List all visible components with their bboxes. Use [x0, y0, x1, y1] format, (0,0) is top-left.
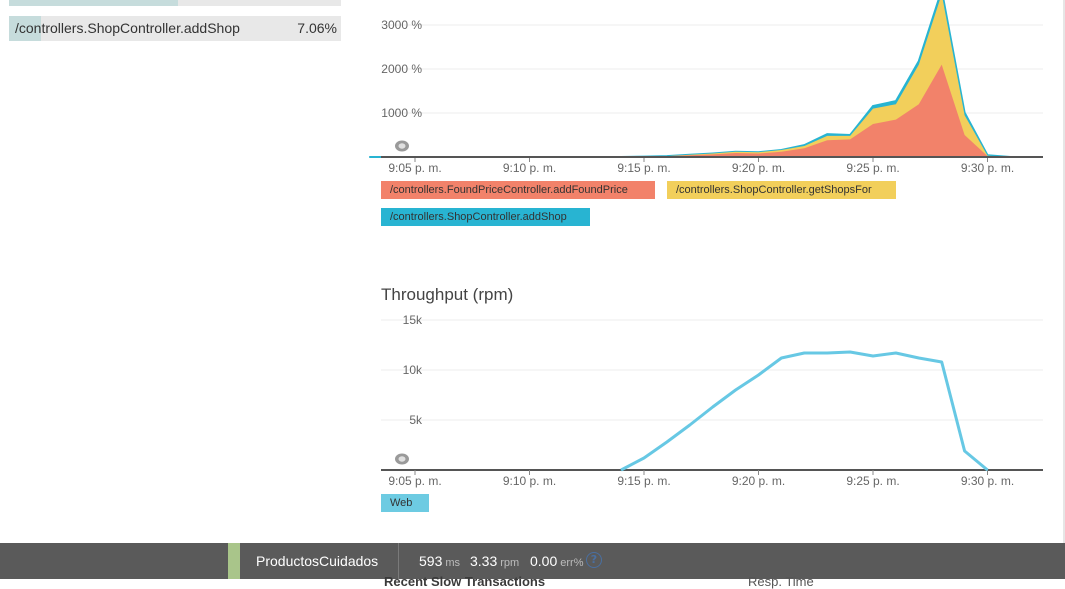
throughput-web-point: [918, 357, 920, 359]
error-rate-value: 0.00: [530, 553, 558, 569]
throughput-metric: 3.33 rpm: [470, 553, 519, 569]
throughput-web-point: [643, 457, 645, 459]
throughput-web-point: [780, 357, 782, 359]
app-status-bar: Recent Slow Transactions Resp. Time Prod…: [0, 543, 1065, 589]
charts-canvas: 1000 % 2000 % 3000 % 9:05 p. m. 9:10 p. m. 9:…: [369, 0, 1043, 488]
throughput-web-point: [964, 450, 966, 452]
throughput-unit: rpm: [500, 557, 520, 569]
error-chart-x-tick-label: 9:10 p. m.: [503, 161, 556, 175]
throughput-web-point: [872, 355, 874, 357]
legend-web[interactable]: Web: [381, 494, 429, 512]
throughput-chart-y-tick-label: 15k: [403, 313, 423, 327]
throughput-web-point: [735, 389, 737, 391]
throughput-chart-x-tick-label: 9:05 p. m.: [388, 474, 441, 488]
error-rate-metric: 0.00 err%: [530, 553, 583, 569]
error-chart-y-tick-label: 1000 %: [381, 106, 422, 120]
throughput-chart-x-tick-label: 9:20 p. m.: [732, 474, 785, 488]
throughput-web-point: [758, 374, 759, 376]
throughput-web-point: [826, 352, 828, 354]
app-health-indicator: [228, 543, 240, 579]
throughput-chart-x-tick-label: 9:10 p. m.: [503, 474, 556, 488]
throughput-chart-eye-icon-pupil: [398, 456, 406, 462]
throughput-chart-y-tick-label: 5k: [409, 413, 423, 427]
throughput-web-point: [941, 361, 943, 363]
app-name-link[interactable]: ProductosCuidados: [256, 553, 378, 569]
throughput-value: 3.33: [470, 553, 498, 569]
throughput-chart-title: Throughput (rpm): [381, 285, 514, 304]
throughput-chart-x-tick-label: 9:30 p. m.: [961, 474, 1014, 488]
error-chart-eye-icon-pupil: [398, 143, 406, 149]
error-rate-unit: err%: [560, 557, 584, 569]
throughput-web-point: [849, 351, 851, 353]
legend-found-price[interactable]: /controllers.FoundPriceController.addFou…: [381, 181, 655, 199]
error-chart-y-tick-label: 3000 %: [381, 18, 422, 32]
error-chart-x-tick-label: 9:20 p. m.: [732, 161, 785, 175]
error-chart-y-tick-label: 2000 %: [381, 62, 422, 76]
slow-transactions-heading: Recent Slow Transactions: [384, 574, 546, 589]
throughput-web-point: [620, 469, 622, 471]
question-circle-icon[interactable]: ?: [586, 552, 602, 568]
error-chart-x-tick-label: 9:30 p. m.: [961, 161, 1014, 175]
resp-time-column-header: Resp. Time: [748, 574, 814, 589]
error-chart-x-tick-label: 9:15 p. m.: [617, 161, 670, 175]
throughput-web-point: [987, 469, 988, 471]
response-time-unit: ms: [445, 557, 461, 569]
throughput-web-point: [803, 352, 805, 354]
response-time-value: 593: [419, 553, 443, 569]
throughput-web-point: [895, 352, 897, 354]
throughput-web-point: [712, 406, 714, 408]
legend-add-shop[interactable]: /controllers.ShopController.addShop: [381, 208, 590, 226]
error-chart-x-tick-label: 9:05 p. m.: [388, 161, 441, 175]
status-separator: [398, 543, 399, 579]
legend-get-shops-for[interactable]: /controllers.ShopController.getShopsFor: [667, 181, 896, 199]
throughput-chart-y-tick-label: 10k: [403, 363, 423, 377]
throughput-chart-x-tick-label: 9:15 p. m.: [617, 474, 670, 488]
error-chart-x-tick-label: 9:25 p. m.: [846, 161, 899, 175]
throughput-web-point: [689, 424, 691, 426]
throughput-web-point: [666, 441, 668, 443]
throughput-chart-x-tick-label: 9:25 p. m.: [846, 474, 899, 488]
response-time-metric: 593 ms: [419, 553, 460, 569]
